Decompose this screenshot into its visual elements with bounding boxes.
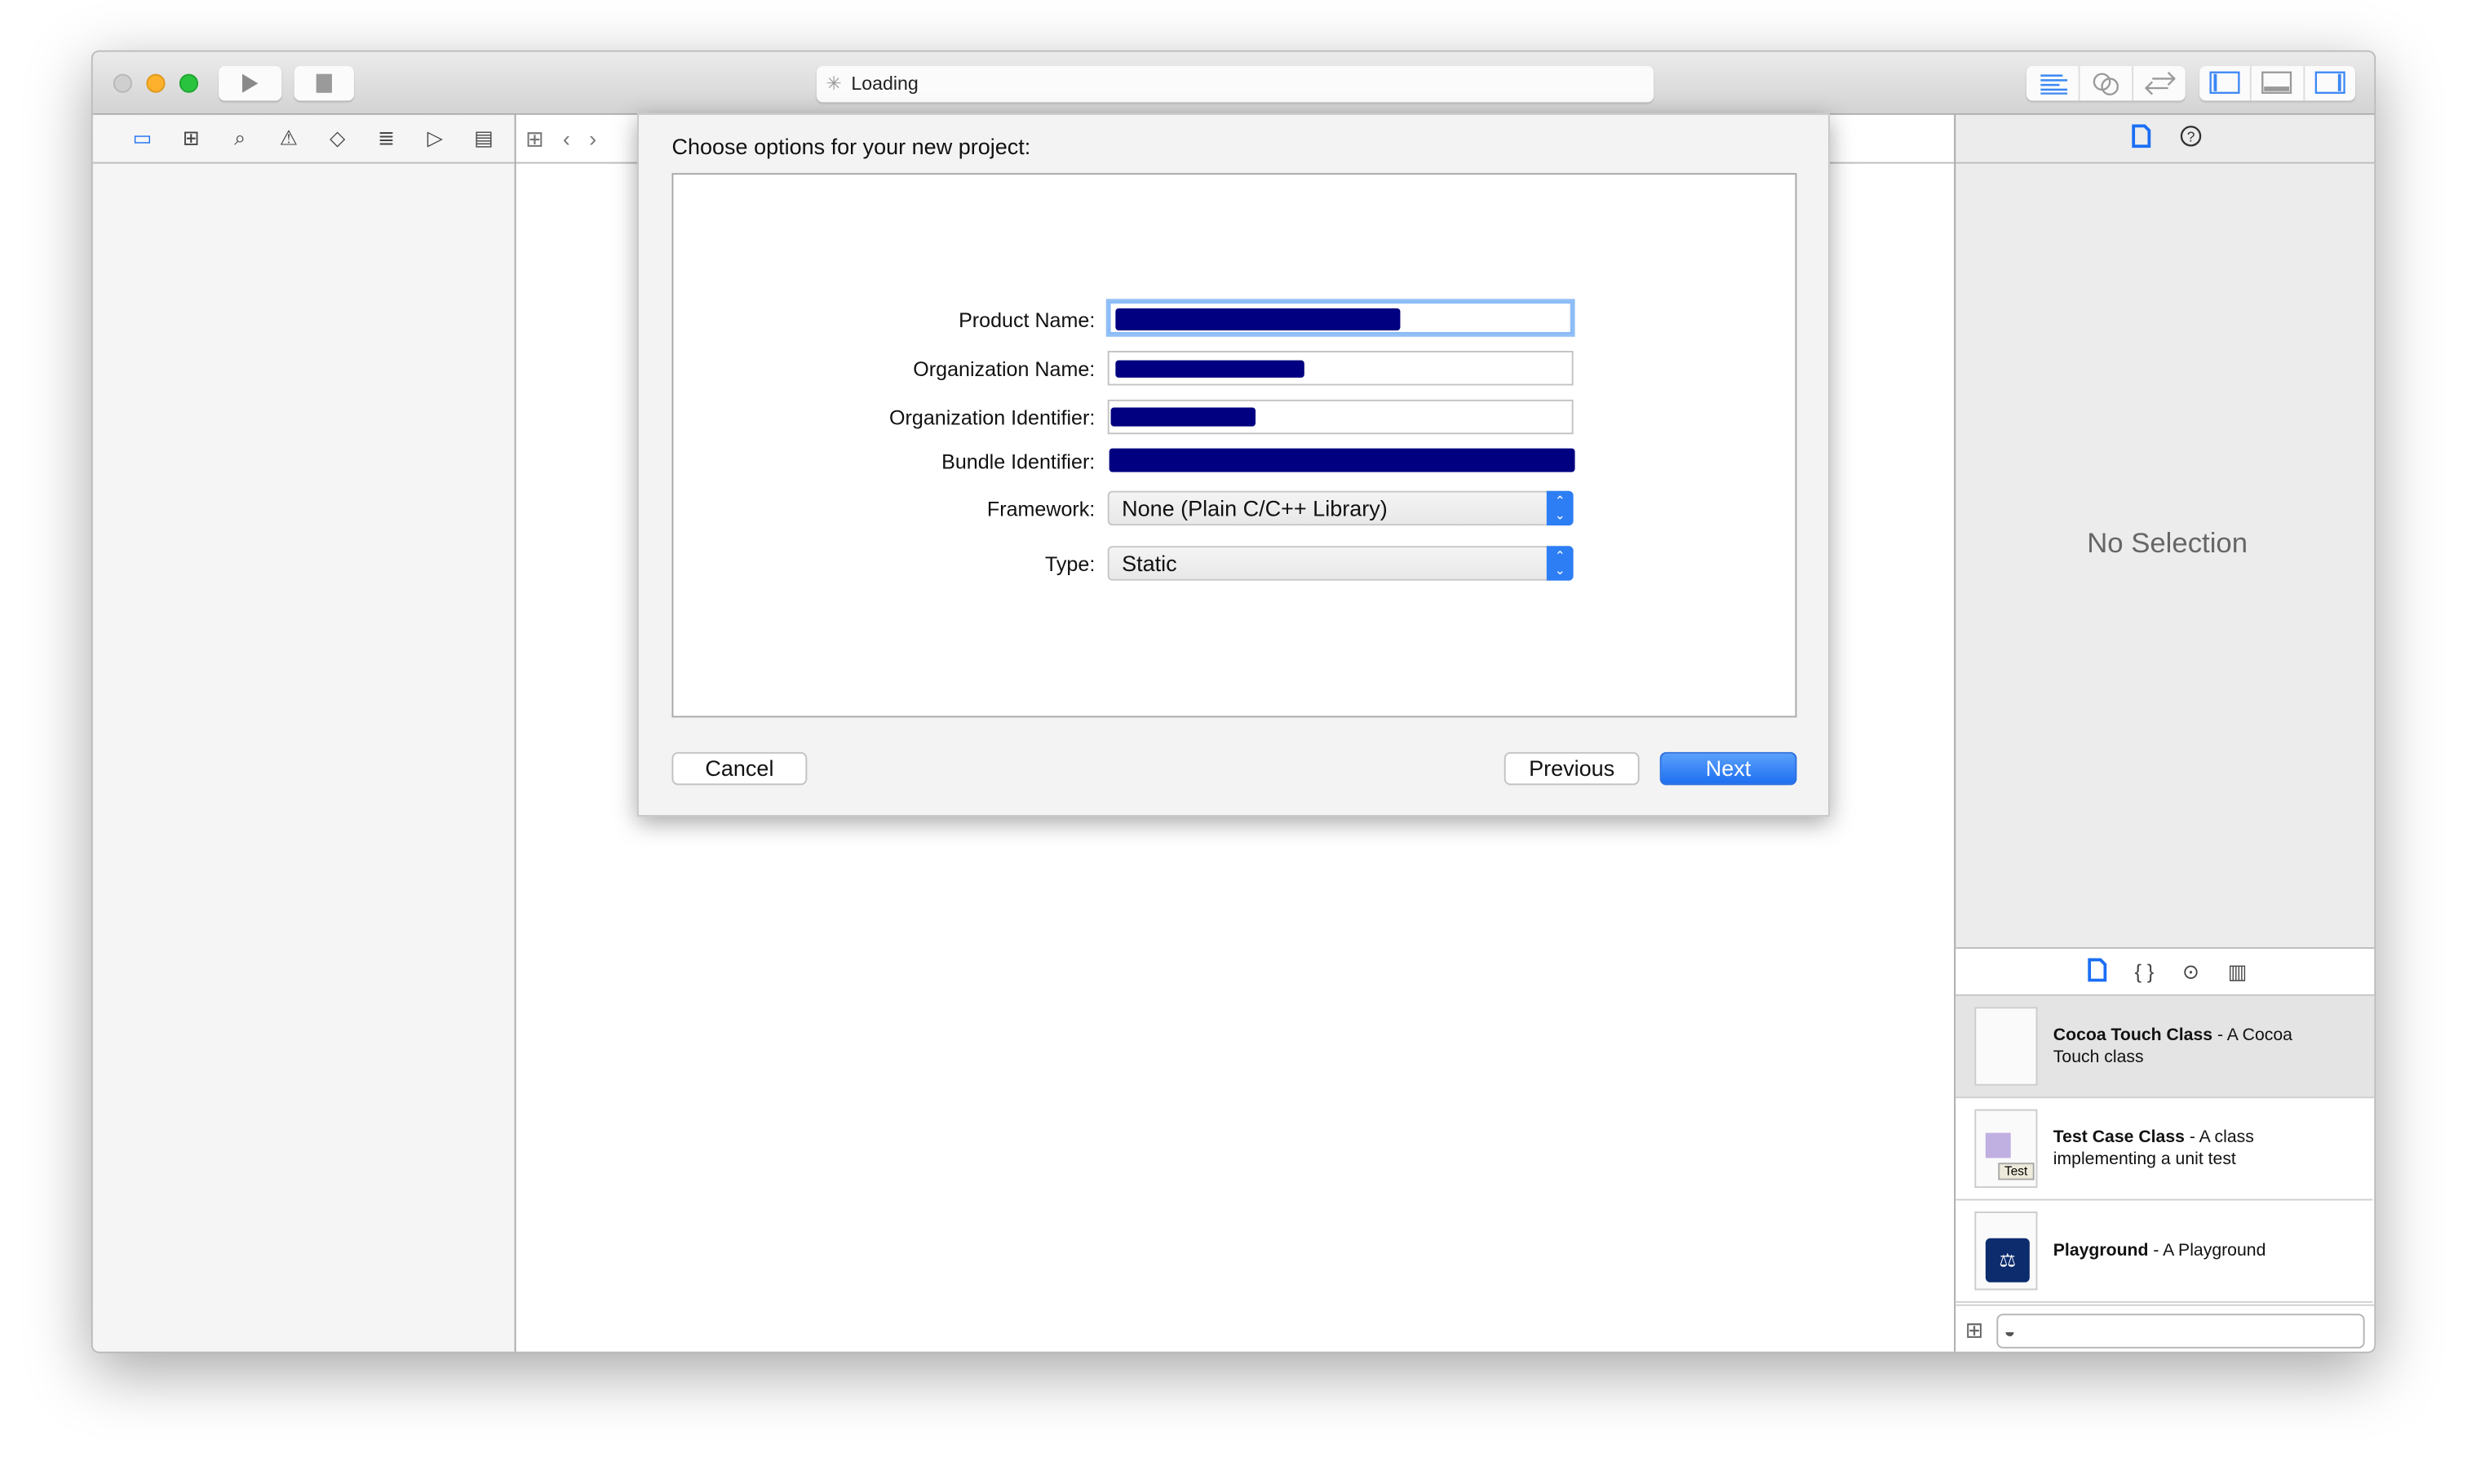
test-case-class-icon: Test: [1974, 1109, 2038, 1189]
chevron-up-down-icon: ⌃ ⌄: [1546, 546, 1574, 581]
file-template-icon[interactable]: [2087, 957, 2106, 986]
bundle-identifier-label: Bundle Identifier:: [941, 450, 1096, 474]
playground-icon: ⚖: [1974, 1211, 2038, 1291]
item-name: Test Case Class: [2053, 1127, 2185, 1147]
framework-label: Framework:: [986, 497, 1096, 521]
folder-icon[interactable]: ▭: [118, 126, 167, 151]
new-project-options-sheet: Choose options for your new project: Pro…: [637, 113, 1830, 817]
search-icon[interactable]: ⌕: [215, 126, 264, 151]
library-filter-field[interactable]: ◒: [1995, 1313, 2365, 1348]
stop-icon: [316, 73, 332, 93]
type-label: Type:: [1044, 552, 1096, 576]
test-icon[interactable]: ◇: [313, 126, 362, 151]
type-value: Static: [1122, 550, 1177, 576]
file-inspector-icon[interactable]: [2131, 124, 2150, 153]
redaction: [1110, 407, 1256, 427]
library-footer: ⊞ ◒: [1955, 1304, 2375, 1352]
utilities-toggle-icon[interactable]: [2305, 66, 2355, 100]
related-items-icon[interactable]: ⊞: [525, 125, 544, 152]
warning-icon[interactable]: ⚠: [264, 126, 313, 151]
item-name: Cocoa Touch Class: [2053, 1026, 2213, 1045]
sheet-title: Choose options for your new project:: [671, 133, 1031, 159]
framework-value: None (Plain C/C++ Library): [1122, 495, 1388, 521]
minimize-button[interactable]: [146, 73, 166, 93]
debug-area-toggle-icon[interactable]: [2252, 65, 2305, 101]
test-badge: Test: [1998, 1163, 2035, 1181]
activity-viewer: ✳ Loading: [816, 65, 1654, 103]
item-name: Playground: [2053, 1241, 2149, 1260]
template-library-list: Cocoa Touch Class - A Cocoa Touch class …: [1955, 995, 2375, 1305]
code-snippet-icon[interactable]: { }: [2135, 959, 2155, 983]
inspector-tab-bar: ?: [1955, 115, 2375, 164]
item-desc: - A Playground: [2148, 1241, 2266, 1260]
object-library-icon[interactable]: ⊙: [2182, 959, 2199, 984]
previous-button[interactable]: Previous: [1504, 751, 1640, 786]
framework-popup[interactable]: None (Plain C/C++ Library) ⌃ ⌄: [1107, 490, 1574, 526]
view-toggle-segmented: [2199, 65, 2356, 101]
organization-identifier-field[interactable]: [1107, 399, 1574, 435]
back-chevron-icon[interactable]: ‹: [563, 126, 570, 151]
hierarchy-icon[interactable]: ⊞: [166, 126, 215, 151]
forward-chevron-icon[interactable]: ›: [589, 126, 596, 151]
utilities-pane: ? No Selection { } ⊙ ▥ Cocoa Touch Class…: [1954, 114, 2375, 1352]
type-popup[interactable]: Static ⌃ ⌄: [1107, 546, 1574, 581]
media-library-icon[interactable]: ▥: [2228, 959, 2248, 984]
filter-icon: ◒: [2004, 1319, 2016, 1342]
navigator-tab-bar: ▭ ⊞ ⌕ ⚠ ◇ ≣ ▷ ▤: [92, 115, 515, 164]
list-item[interactable]: ⚖ Playground - A Playground: [1955, 1200, 2373, 1303]
play-icon: [241, 73, 259, 93]
close-button[interactable]: [113, 73, 132, 93]
chevron-up-down-icon: ⌃ ⌄: [1546, 490, 1574, 526]
no-selection-label: No Selection: [2087, 527, 2248, 559]
version-editor-icon[interactable]: [2133, 66, 2186, 100]
cancel-button[interactable]: Cancel: [671, 751, 808, 786]
options-box: Product Name: Organization Name: Organiz…: [671, 173, 1797, 718]
assistant-editor-icon[interactable]: [2080, 65, 2134, 101]
organization-name-label: Organization Name:: [913, 357, 1096, 381]
zoom-button[interactable]: [179, 73, 198, 93]
grid-view-icon[interactable]: ⊞: [1965, 1317, 1984, 1344]
toolbar: ✳ Loading: [92, 51, 2375, 115]
activity-text: Loading: [851, 72, 919, 95]
product-name-field[interactable]: [1107, 300, 1574, 335]
list-item[interactable]: Test Test Case Class - A class implement…: [1955, 1098, 2373, 1201]
organization-identifier-label: Organization Identifier:: [889, 405, 1096, 430]
editor-mode-segmented: [2026, 65, 2186, 101]
navigator-toggle-icon[interactable]: [2199, 65, 2252, 101]
spinner-icon: ✳: [826, 72, 842, 95]
navigator-pane: ▭ ⊞ ⌕ ⚠ ◇ ≣ ▷ ▤: [92, 114, 516, 1352]
svg-text:?: ?: [2186, 129, 2195, 145]
breakpoint-icon[interactable]: ▷: [410, 126, 459, 151]
debug-icon[interactable]: ≣: [362, 126, 411, 151]
quick-help-icon[interactable]: ?: [2178, 124, 2202, 153]
report-icon[interactable]: ▤: [459, 126, 508, 151]
bundle-identifier-value: [1109, 448, 1575, 472]
cocoa-touch-class-icon: [1974, 1007, 2038, 1086]
library-tab-bar: { } ⊙ ▥: [1955, 946, 2375, 996]
product-name-label: Product Name:: [959, 308, 1096, 332]
organization-name-field[interactable]: [1107, 351, 1574, 386]
stop-button[interactable]: [294, 65, 354, 101]
redaction: [1115, 308, 1401, 330]
standard-editor-icon[interactable]: [2026, 65, 2080, 101]
list-item[interactable]: Cocoa Touch Class - A Cocoa Touch class: [1955, 995, 2375, 1099]
next-button[interactable]: Next: [1659, 751, 1797, 786]
run-button[interactable]: [219, 65, 282, 101]
redaction: [1115, 360, 1304, 378]
